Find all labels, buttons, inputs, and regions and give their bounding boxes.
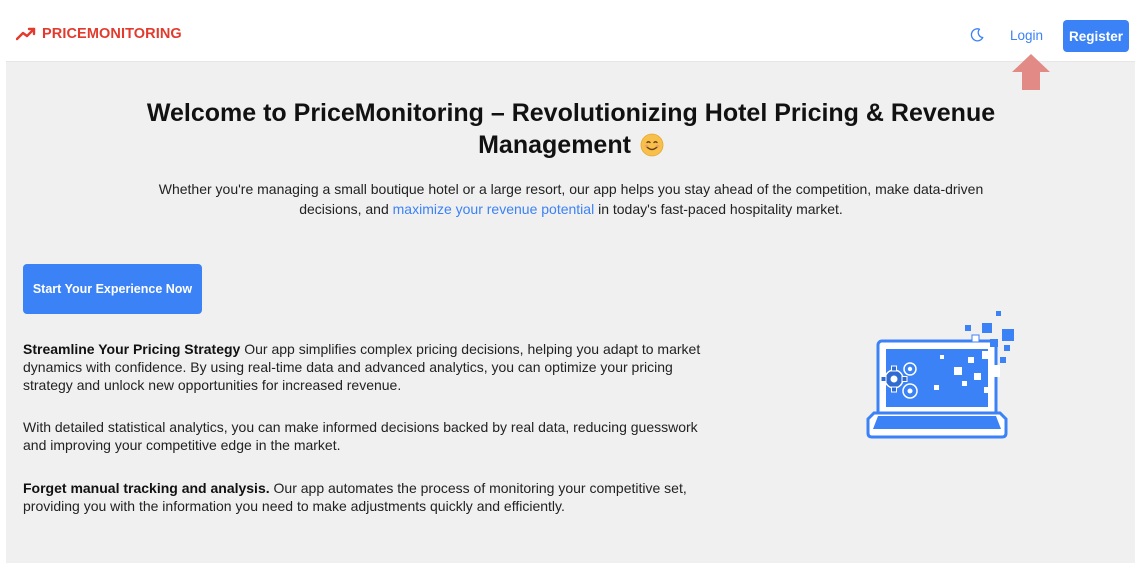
feature-lead: Streamline Your Pricing Strategy xyxy=(23,341,241,357)
hero-subtitle: Whether you're managing a small boutique… xyxy=(126,179,1016,219)
feature-lead: Forget manual tracking and analysis. xyxy=(23,480,270,496)
feature-text: With detailed statistical analytics, you… xyxy=(23,419,698,453)
moon-icon[interactable] xyxy=(969,27,985,43)
page-frame: PRICEMONITORING Login Register Welcome t… xyxy=(6,9,1135,563)
page-title-text: Welcome to PriceMonitoring – Revolutioni… xyxy=(146,99,996,159)
arrow-up-icon xyxy=(1012,54,1050,90)
feature-paragraph-automation: Forget manual tracking and analysis. Our… xyxy=(23,479,723,515)
revenue-potential-link[interactable]: maximize your revenue potential xyxy=(393,201,595,217)
page-title: Welcome to PriceMonitoring – Revolutioni… xyxy=(96,97,1046,161)
brand-name: PRICEMONITORING xyxy=(42,26,182,42)
smiling-face-emoji-icon xyxy=(640,133,664,157)
start-experience-button[interactable]: Start Your Experience Now xyxy=(23,264,202,314)
login-link[interactable]: Login xyxy=(1010,28,1043,43)
register-button[interactable]: Register xyxy=(1063,20,1129,52)
feature-paragraph-analytics: With detailed statistical analytics, you… xyxy=(23,418,723,454)
brand-logo[interactable]: PRICEMONITORING xyxy=(16,26,182,42)
trending-up-icon xyxy=(16,27,36,41)
feature-paragraph-pricing: Streamline Your Pricing Strategy Our app… xyxy=(23,340,723,394)
subtitle-text-end: in today's fast-paced hospitality market… xyxy=(594,201,843,217)
laptop-analytics-illustration xyxy=(866,311,1014,439)
navbar: PRICEMONITORING Login Register xyxy=(6,9,1135,62)
